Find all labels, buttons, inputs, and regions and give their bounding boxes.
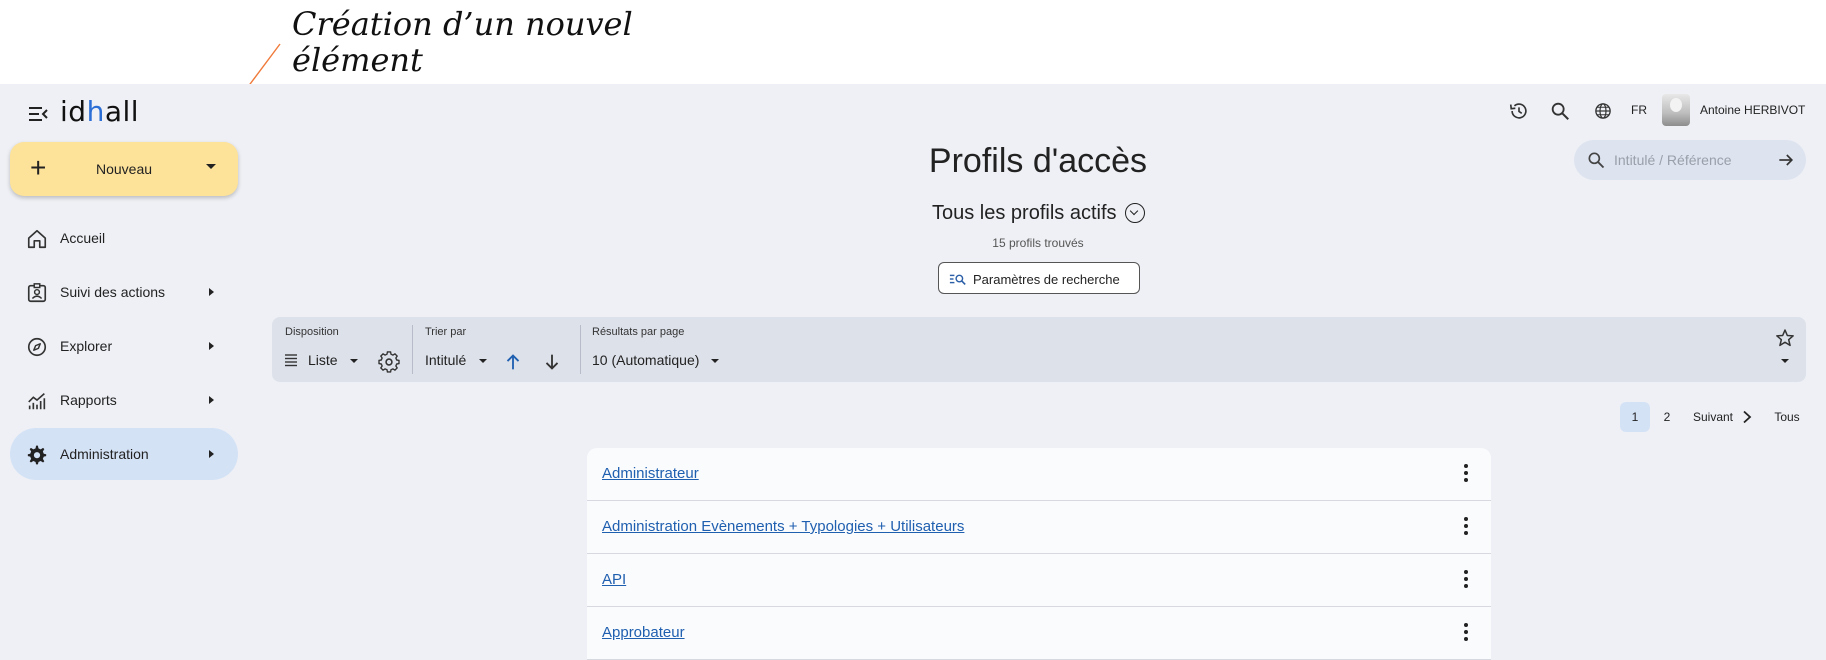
chevron-down-icon[interactable] [350, 359, 358, 363]
chevron-right-icon [209, 396, 214, 404]
language-selector[interactable]: FR [1631, 103, 1647, 117]
sidebar-nav: Accueil Suivi des actions Explorer Rappo… [10, 212, 238, 482]
sort-ascending-icon[interactable] [502, 351, 524, 373]
list-item: API [587, 554, 1491, 607]
compass-icon [27, 337, 47, 357]
chevron-down-icon[interactable] [1781, 359, 1789, 363]
more-vert-icon[interactable] [1463, 517, 1469, 537]
search-icon [1588, 152, 1605, 169]
search-params-label: Paramètres de recherche [973, 272, 1120, 287]
app-window: idhall + Nouveau Accueil Suivi des actio… [0, 84, 1826, 660]
list-item: Administration Evènements + Typologies +… [587, 501, 1491, 554]
search-input[interactable] [1614, 149, 1764, 171]
profile-list: Administrateur Administration Evènements… [587, 448, 1491, 660]
page-button-2[interactable]: 2 [1652, 402, 1682, 432]
gear-icon [27, 445, 47, 465]
list-item: Approbateur [587, 607, 1491, 660]
sidebar: idhall + Nouveau Accueil Suivi des actio… [0, 84, 250, 660]
all-pages-button[interactable]: Tous [1768, 402, 1806, 432]
search-field[interactable] [1574, 140, 1806, 180]
profile-link[interactable]: Administration Evènements + Typologies +… [602, 518, 964, 535]
history-icon[interactable] [1508, 100, 1530, 122]
chevron-right-icon[interactable] [1740, 410, 1754, 424]
user-name[interactable]: Antoine HERBIVOT [1700, 103, 1805, 117]
sidebar-item-label: Rapports [60, 392, 117, 408]
sort-descending-icon[interactable] [541, 351, 563, 373]
layout-label: Disposition [285, 326, 339, 338]
menu-collapse-icon[interactable] [26, 102, 50, 126]
chevron-down-circle-icon[interactable] [1124, 203, 1145, 223]
search-params-icon [949, 274, 966, 285]
page-button-1[interactable]: 1 [1620, 402, 1650, 432]
sidebar-item-accueil[interactable]: Accueil [10, 212, 238, 264]
arrow-right-icon[interactable] [1776, 150, 1796, 170]
home-icon [27, 229, 47, 249]
sidebar-item-label: Explorer [60, 338, 113, 354]
settings-gear-icon[interactable] [378, 351, 400, 373]
app-logo[interactable]: idhall [60, 95, 139, 128]
sidebar-item-rapports[interactable]: Rapports [10, 374, 238, 426]
top-toolbar: FR Antoine HERBIVOT [1486, 84, 1826, 140]
sort-label: Trier par [425, 326, 467, 338]
chevron-down-icon[interactable] [711, 359, 719, 363]
sidebar-item-label: Accueil [60, 230, 106, 246]
chevron-right-icon [209, 288, 214, 296]
sort-select[interactable]: Intitulé [425, 352, 466, 368]
more-vert-icon[interactable] [1463, 570, 1469, 590]
results-count: 15 profils trouvés [992, 236, 1084, 250]
sidebar-item-label: Administration [60, 446, 149, 462]
per-page-label: Résultats par page [592, 326, 685, 338]
chart-icon [28, 393, 46, 410]
list-toolbar: Disposition Liste Trier par Intitulé Rés… [272, 317, 1806, 382]
chevron-right-icon [209, 342, 214, 350]
layout-select[interactable]: Liste [308, 352, 338, 368]
more-vert-icon[interactable] [1463, 623, 1469, 643]
per-page-select[interactable]: 10 (Automatique) [592, 352, 699, 368]
screen: Création d’un nouvel élément idhall + No… [0, 0, 1826, 660]
sidebar-item-explorer[interactable]: Explorer [10, 320, 238, 372]
sidebar-item-suivi-des-actions[interactable]: Suivi des actions [10, 266, 238, 318]
profile-filter-label: Tous les profils actifs [932, 201, 1117, 224]
avatar[interactable] [1662, 94, 1690, 126]
annotation-text: Création d’un nouvel élément [292, 5, 633, 79]
new-item-button[interactable]: + Nouveau [10, 142, 238, 196]
chevron-down-icon[interactable] [479, 359, 487, 363]
badge-icon [27, 283, 47, 303]
profile-link[interactable]: API [602, 571, 626, 588]
next-page-button[interactable]: Suivant [1688, 402, 1738, 432]
globe-icon[interactable] [1594, 102, 1612, 120]
per-page-group: Résultats par page 10 (Automatique) [581, 317, 781, 382]
sidebar-item-label: Suivi des actions [60, 284, 166, 300]
profile-filter[interactable]: Tous les profils actifs [932, 200, 1145, 226]
pagination: 1 2 Suivant Tous [1620, 402, 1810, 432]
star-icon[interactable] [1775, 328, 1795, 348]
profile-link[interactable]: Approbateur [602, 624, 685, 641]
more-vert-icon[interactable] [1463, 464, 1469, 484]
chevron-down-icon[interactable] [206, 164, 216, 169]
sort-group: Trier par Intitulé [413, 317, 580, 382]
search-icon[interactable] [1549, 100, 1571, 122]
sidebar-item-administration[interactable]: Administration [10, 428, 238, 480]
chevron-right-icon [209, 450, 214, 458]
profile-link[interactable]: Administrateur [602, 465, 699, 482]
search-params-button[interactable]: Paramètres de recherche [938, 262, 1140, 294]
new-button-label: Nouveau [95, 161, 153, 177]
layout-group: Disposition Liste [272, 317, 412, 382]
list-item: Administrateur [587, 448, 1491, 501]
list-icon [285, 354, 297, 367]
